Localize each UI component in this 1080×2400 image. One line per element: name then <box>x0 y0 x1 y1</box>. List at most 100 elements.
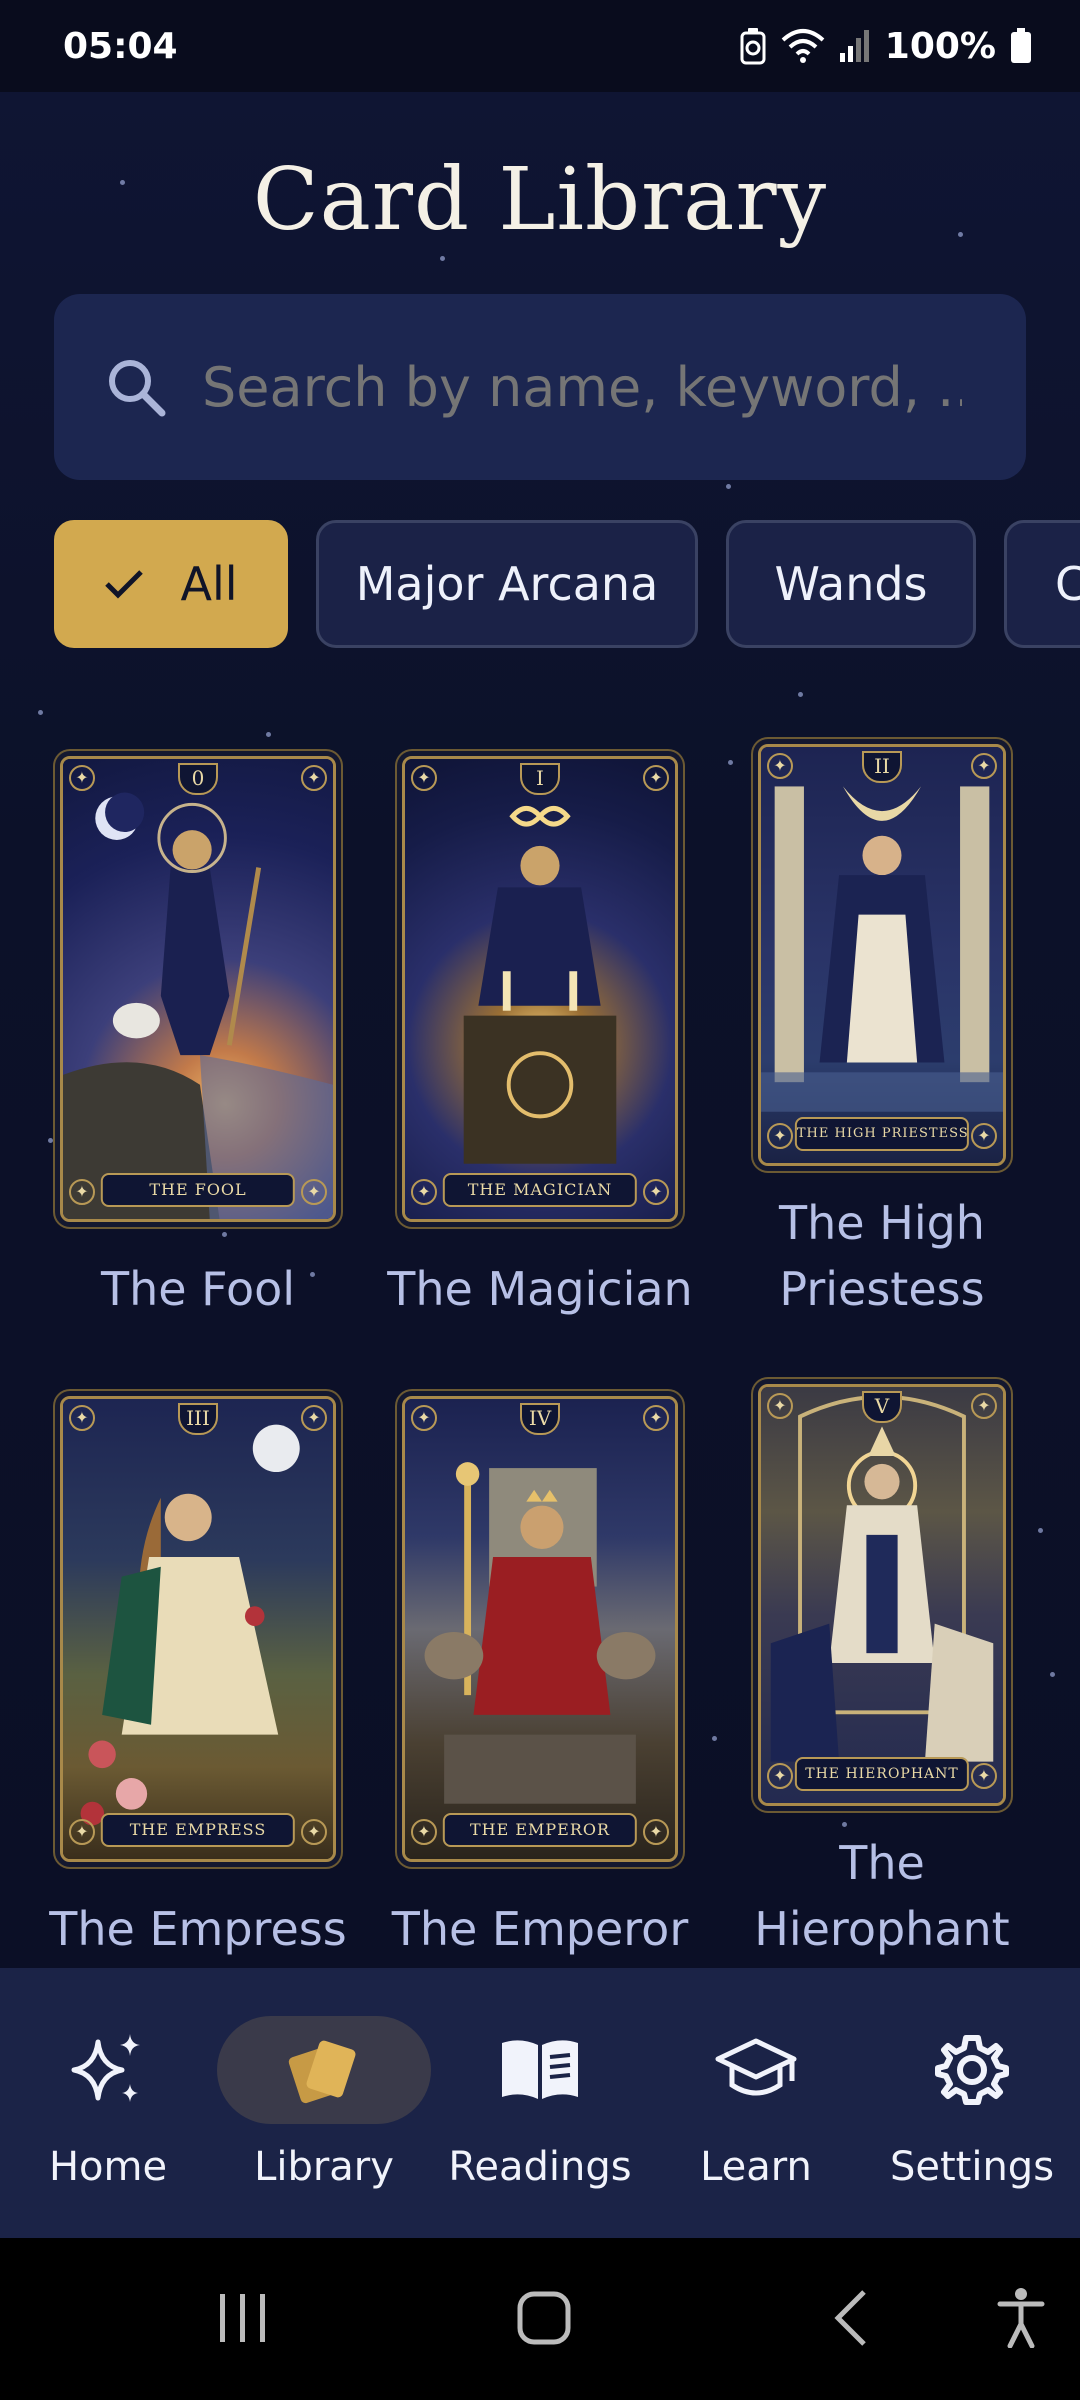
sparkles-icon <box>71 2034 140 2102</box>
card-numeral: III <box>178 1403 218 1435</box>
card-caption: The Hierophant <box>754 1836 1010 1956</box>
corner-star-icon: ✦ <box>411 1405 437 1431</box>
nav-item-learn[interactable]: Learn <box>648 1968 864 2238</box>
card-caption: The Fool <box>100 1262 296 1316</box>
gear-icon <box>935 2035 1009 2105</box>
accessibility-icon[interactable] <box>996 2286 1046 2348</box>
card-artwork <box>63 759 333 1219</box>
card-nameplate: THE HIEROPHANT <box>794 1757 970 1791</box>
card-nameplate: THE MAGICIAN <box>442 1173 638 1207</box>
card-caption: The High Priestess <box>779 1196 985 1316</box>
corner-star-icon: ✦ <box>643 1405 669 1431</box>
search-input[interactable] <box>202 355 962 419</box>
tarot-card-the-magician[interactable]: I THE MAGICIAN ✦ ✦ ✦ ✦ <box>402 756 678 1222</box>
nav-item-library[interactable]: Library <box>216 1968 432 2238</box>
nav-label: Readings <box>448 2144 632 2190</box>
recent-apps-icon[interactable] <box>216 2290 270 2346</box>
tarot-card-the-high-priestess[interactable]: II THE HIGH PRIESTESS ✦ ✦ ✦ ✦ <box>758 744 1006 1166</box>
nav-label: Library <box>254 2144 394 2190</box>
filter-chips: All Major Arcana Wands C <box>54 520 1080 648</box>
card-artwork <box>761 747 1003 1163</box>
tarot-card-the-hierophant[interactable]: V THE HIEROPHANT ✦ ✦ ✦ ✦ <box>758 1384 1006 1806</box>
corner-star-icon: ✦ <box>643 1819 669 1845</box>
nav-item-readings[interactable]: Readings <box>432 1968 648 2238</box>
card-artwork <box>761 1387 1003 1803</box>
bottom-navigation: Home Library Readings Learn Settings <box>0 1968 1080 2238</box>
emperor-illustration <box>424 1462 656 1804</box>
background-star <box>1050 1672 1055 1677</box>
filter-chip-label: Major Arcana <box>355 557 659 611</box>
check-icon <box>105 570 144 599</box>
card-artwork <box>63 1399 333 1859</box>
page-title: Card Library <box>252 150 828 250</box>
card-numeral: II <box>862 751 902 783</box>
corner-star-icon: ✦ <box>411 765 437 791</box>
tarot-card-the-empress[interactable]: III THE EMPRESS ✦ ✦ ✦ ✦ <box>60 1396 336 1862</box>
signal-icon <box>839 30 869 62</box>
empress-illustration <box>80 1424 300 1826</box>
background-star <box>728 760 733 765</box>
filter-chip-partial[interactable]: C <box>1004 520 1080 648</box>
corner-star-icon: ✦ <box>411 1179 437 1205</box>
corner-star-icon: ✦ <box>301 1405 327 1431</box>
battery-percent: 100% <box>884 25 996 67</box>
background-star <box>38 710 43 715</box>
book-icon <box>502 2040 578 2099</box>
nav-pill <box>1 2016 215 2124</box>
corner-star-icon: ✦ <box>971 1123 997 1149</box>
status-time: 05:04 <box>63 25 178 67</box>
filter-chip-label: All <box>180 557 238 611</box>
card-numeral: 0 <box>178 763 218 795</box>
corner-star-icon: ✦ <box>69 1405 95 1431</box>
corner-star-icon: ✦ <box>69 1179 95 1205</box>
card-nameplate: THE EMPRESS <box>100 1813 296 1847</box>
filter-chip-major-arcana[interactable]: Major Arcana <box>316 520 698 648</box>
nav-item-settings[interactable]: Settings <box>864 1968 1080 2238</box>
corner-star-icon: ✦ <box>971 753 997 779</box>
background-star <box>1038 1528 1043 1533</box>
nav-pill-active <box>217 2016 431 2124</box>
system-navigation-bar <box>0 2238 1080 2400</box>
status-icons: 100% <box>739 26 1032 67</box>
back-icon[interactable] <box>830 2288 870 2348</box>
background-star <box>222 1232 227 1237</box>
nav-label: Learn <box>700 2144 812 2190</box>
corner-star-icon: ✦ <box>767 753 793 779</box>
corner-star-icon: ✦ <box>69 1819 95 1845</box>
status-bar: 05:04 100% <box>0 0 1080 92</box>
search-icon <box>109 360 166 417</box>
cards-icon <box>288 2040 356 2104</box>
search-bar[interactable] <box>54 294 1026 480</box>
corner-star-icon: ✦ <box>69 765 95 791</box>
card-nameplate: THE FOOL <box>100 1173 296 1207</box>
corner-star-icon: ✦ <box>767 1393 793 1419</box>
corner-star-icon: ✦ <box>643 1179 669 1205</box>
background-star <box>440 256 445 261</box>
card-caption: The Emperor <box>391 1902 689 1956</box>
battery-icon <box>1011 28 1031 63</box>
corner-star-icon: ✦ <box>643 765 669 791</box>
corner-star-icon: ✦ <box>301 1819 327 1845</box>
card-numeral: V <box>862 1391 902 1423</box>
filter-chip-wands[interactable]: Wands <box>726 520 976 648</box>
background-star <box>266 732 271 737</box>
tarot-card-the-emperor[interactable]: IV THE EMPEROR ✦ ✦ ✦ ✦ <box>402 1396 678 1862</box>
tarot-card-the-fool[interactable]: 0 THE FOOL ✦ ✦ ✦ ✦ <box>60 756 336 1222</box>
background-star <box>726 484 731 489</box>
magician-illustration <box>463 805 617 1164</box>
nav-pill <box>865 2016 1079 2124</box>
corner-star-icon: ✦ <box>971 1393 997 1419</box>
nav-pill <box>649 2016 863 2124</box>
card-caption: The Empress <box>49 1902 347 1956</box>
card-nameplate: THE HIGH PRIESTESS <box>794 1117 970 1151</box>
home-button-icon[interactable] <box>516 2290 572 2346</box>
graduation-cap-icon <box>715 2038 797 2096</box>
hierophant-illustration <box>770 1394 994 1762</box>
fool-illustration <box>63 792 333 1219</box>
background-star <box>798 692 803 697</box>
corner-star-icon: ✦ <box>301 765 327 791</box>
corner-star-icon: ✦ <box>767 1123 793 1149</box>
card-numeral: IV <box>520 1403 560 1435</box>
nav-item-home[interactable]: Home <box>0 1968 216 2238</box>
filter-chip-all[interactable]: All <box>54 520 288 648</box>
